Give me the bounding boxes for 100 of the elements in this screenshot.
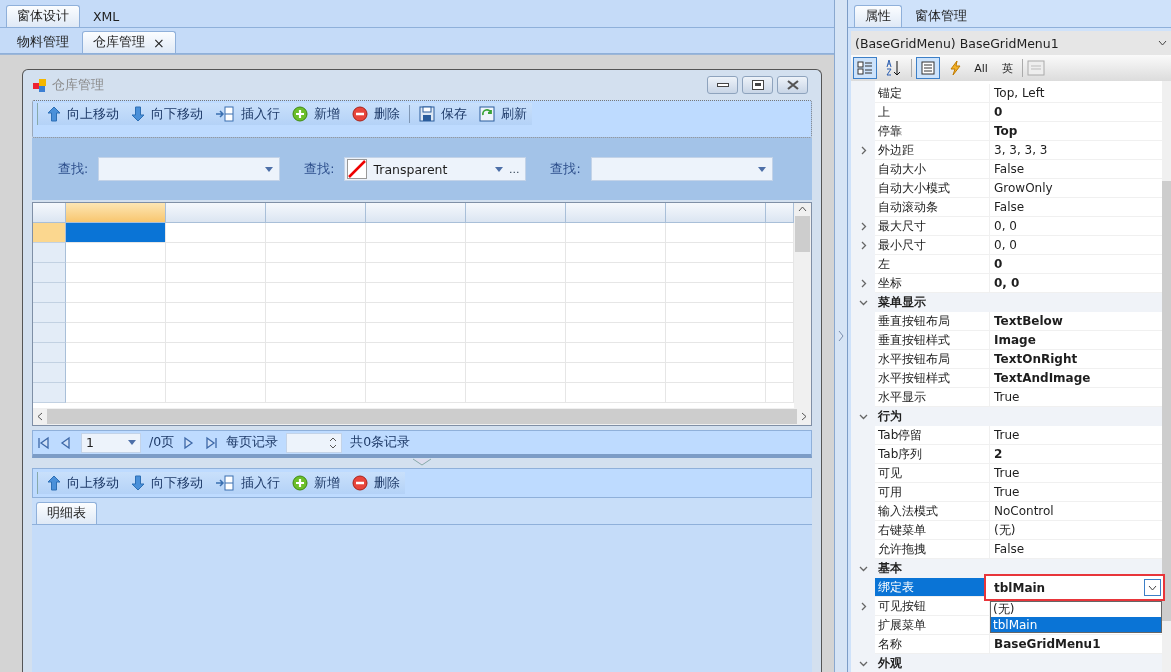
toolbar-button[interactable]: 删除 (347, 472, 405, 494)
toolbar-button[interactable]: 删除 (347, 103, 405, 125)
grid-cell[interactable] (766, 323, 794, 343)
property-name[interactable]: 水平按钮布局 (875, 350, 990, 369)
document-tab[interactable]: 仓库管理 × (82, 31, 176, 53)
property-name[interactable]: 输入法模式 (875, 502, 990, 521)
detail-tab[interactable]: 明细表 (36, 502, 97, 524)
column-header[interactable] (366, 203, 466, 223)
grid-cell[interactable] (66, 323, 166, 343)
splitter-grip-icon[interactable] (412, 458, 432, 466)
grid-cell[interactable] (166, 383, 266, 403)
object-selector[interactable]: (BaseGridMenu) BaseGridMenu1 (851, 31, 1171, 55)
all-button[interactable]: All (970, 57, 992, 79)
search-field[interactable] (590, 157, 773, 181)
scroll-left-icon[interactable] (37, 412, 43, 421)
grid-cell[interactable] (166, 363, 266, 383)
grid-cell[interactable] (366, 383, 466, 403)
property-name[interactable]: 锚定 (875, 84, 990, 103)
search-field[interactable] (98, 157, 281, 181)
grid-cell[interactable] (366, 323, 466, 343)
vertical-scrollbar[interactable] (1162, 81, 1171, 672)
grid-cell[interactable] (766, 243, 794, 263)
grid-cell[interactable] (766, 303, 794, 323)
grid-cell[interactable] (266, 243, 366, 263)
row-header[interactable] (33, 303, 66, 323)
panel-tab[interactable]: 窗体管理 (904, 5, 978, 27)
property-dropdown-field[interactable]: tblMain (984, 574, 1165, 601)
column-header[interactable] (466, 203, 566, 223)
grid-cell[interactable] (266, 303, 366, 323)
property-name[interactable]: 可见按钮 (875, 597, 990, 616)
dropdown-option[interactable]: tblMain (991, 617, 1161, 632)
grid-cell[interactable] (66, 263, 166, 283)
grid-cell[interactable] (166, 303, 266, 323)
row-header[interactable] (33, 243, 66, 263)
scroll-up-icon[interactable] (798, 206, 807, 212)
property-name[interactable]: 自动大小 (875, 160, 990, 179)
property-name[interactable]: 水平显示 (875, 388, 990, 407)
categorized-button[interactable] (853, 57, 877, 79)
grid-cell[interactable] (366, 363, 466, 383)
grid-cell[interactable] (66, 223, 166, 243)
ellipsis-button[interactable]: ... (508, 162, 520, 176)
property-pages-icon[interactable] (1027, 60, 1045, 76)
grid-cell[interactable] (566, 363, 666, 383)
grid-cell[interactable] (466, 283, 566, 303)
close-tab-button[interactable]: × (153, 34, 165, 51)
property-name[interactable]: 坐标 (875, 274, 990, 293)
designer-tab[interactable]: 窗体设计 (6, 5, 80, 27)
toolbar-button[interactable]: 刷新 (474, 103, 532, 125)
grid-cell[interactable] (666, 383, 766, 403)
maximize-button[interactable] (742, 76, 773, 94)
grid-cell[interactable] (566, 323, 666, 343)
property-name[interactable]: 外边距 (875, 141, 990, 160)
row-header[interactable] (33, 263, 66, 283)
first-page-icon[interactable] (37, 435, 51, 450)
grid-cell[interactable] (166, 343, 266, 363)
grid-cell[interactable] (566, 383, 666, 403)
grid-cell[interactable] (766, 263, 794, 283)
property-name[interactable]: 自动大小模式 (875, 179, 990, 198)
grid-cell[interactable] (466, 323, 566, 343)
toolbar-button[interactable]: 向上移动 (42, 103, 124, 125)
toolbar-button[interactable]: 新增 (287, 472, 345, 494)
grid-cell[interactable] (266, 363, 366, 383)
search-field[interactable]: Transparent ... (344, 157, 527, 181)
language-button[interactable]: 英 (996, 57, 1018, 79)
grid-cell[interactable] (766, 383, 794, 403)
grid-cell[interactable] (466, 243, 566, 263)
toolbar-button[interactable]: 向上移动 (42, 472, 124, 494)
row-header[interactable] (33, 323, 66, 343)
grid-cell[interactable] (166, 223, 266, 243)
dropdown-chevron-icon[interactable] (1148, 584, 1157, 591)
grid-cell[interactable] (266, 283, 366, 303)
panel-tab[interactable]: 属性 (854, 5, 902, 27)
collapse-chevron-icon[interactable] (858, 564, 868, 573)
grid-cell[interactable] (266, 343, 366, 363)
grid-cell[interactable] (666, 243, 766, 263)
document-tab[interactable]: 物料管理 (6, 31, 80, 53)
grid-cell[interactable] (66, 343, 166, 363)
row-header[interactable] (33, 383, 66, 403)
page-field[interactable]: 1 (81, 432, 141, 453)
collapse-chevron-icon[interactable] (858, 298, 868, 307)
property-name[interactable]: 垂直按钮布局 (875, 312, 990, 331)
grid-cell[interactable] (566, 263, 666, 283)
scrollbar-thumb[interactable] (795, 216, 810, 252)
collapse-chevron-icon[interactable] (858, 659, 868, 668)
row-header[interactable] (33, 283, 66, 303)
column-header[interactable] (566, 203, 666, 223)
property-name[interactable]: 自动滚动条 (875, 198, 990, 217)
spinner-arrows-icon[interactable] (329, 436, 338, 449)
property-name[interactable]: 最大尺寸 (875, 217, 990, 236)
grid-cell[interactable] (366, 243, 466, 263)
grid-cell[interactable] (566, 343, 666, 363)
grid-cell[interactable] (766, 343, 794, 363)
tab-label[interactable]: 物料管理 (17, 34, 69, 51)
tab-label[interactable]: 仓库管理 (93, 34, 145, 51)
grid-cell[interactable] (166, 243, 266, 263)
grid-cell[interactable] (766, 363, 794, 383)
grid-cell[interactable] (566, 243, 666, 263)
grid-cell[interactable] (466, 363, 566, 383)
grid-cell[interactable] (766, 283, 794, 303)
column-header[interactable] (266, 203, 366, 223)
